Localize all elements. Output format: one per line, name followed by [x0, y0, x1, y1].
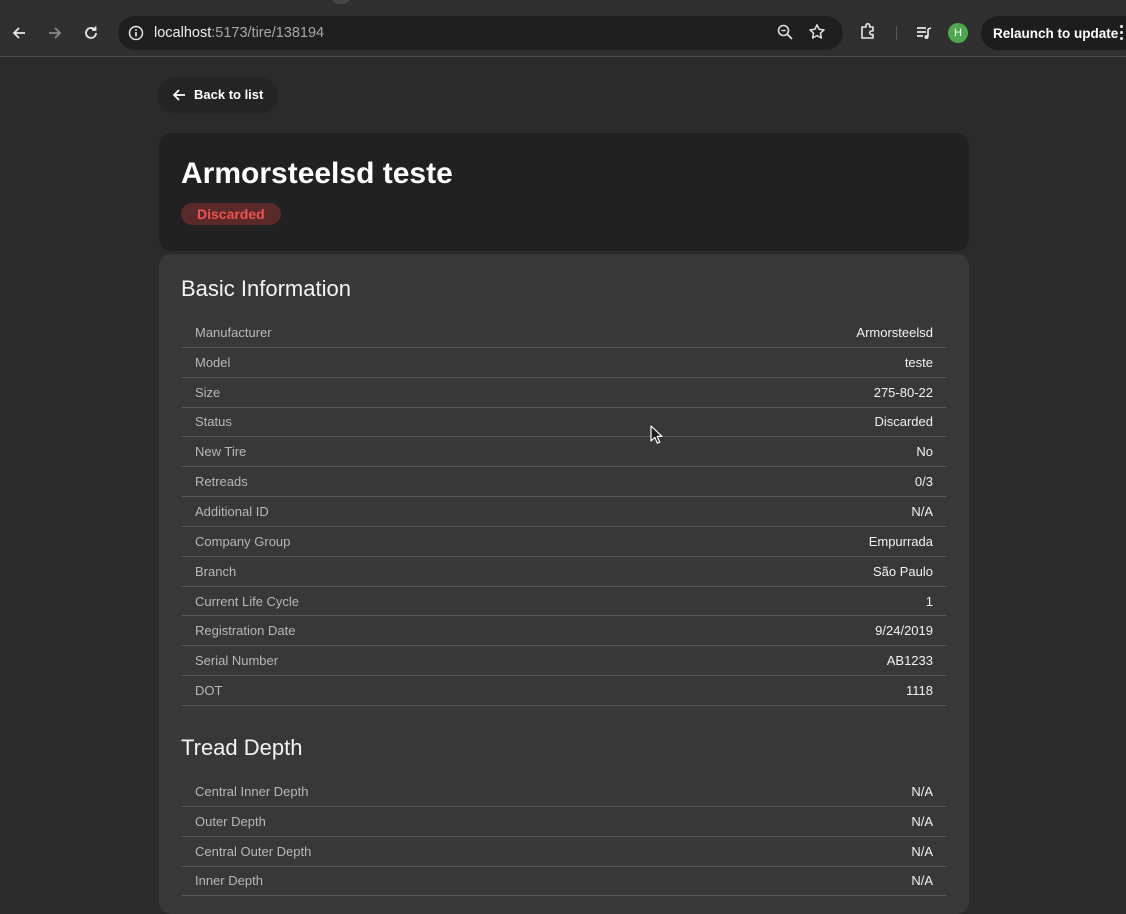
arrow-left-icon	[172, 88, 185, 101]
back-arrow-icon[interactable]	[7, 21, 31, 45]
table-row: Serial Number AB1233	[181, 646, 947, 677]
back-to-list-label: Back to list	[194, 87, 264, 102]
address-bar[interactable]: localhost:5173/tire/138194	[118, 16, 843, 50]
row-label: Model	[195, 354, 231, 370]
row-value: N/A	[911, 503, 933, 519]
row-label: Central Outer Depth	[195, 843, 312, 859]
table-row: Retreads 0/3	[181, 467, 947, 498]
table-row: DOT 1118	[181, 676, 947, 706]
row-value: São Paulo	[873, 563, 933, 579]
row-label: Company Group	[195, 533, 291, 549]
table-row: Inner Depth N/A	[181, 867, 947, 897]
back-to-list-button[interactable]: Back to list	[159, 78, 276, 111]
row-label: Outer Depth	[195, 813, 266, 829]
table-row: Manufacturer Armorsteelsd	[181, 318, 947, 348]
table-row: New Tire No	[181, 437, 947, 468]
row-label: Retreads	[195, 474, 248, 490]
row-value: N/A	[911, 843, 933, 859]
tire-details-card: Basic Information Manufacturer Armorsteel…	[159, 254, 969, 914]
row-value: 0/3	[914, 474, 933, 490]
row-value: Armorsteelsd	[856, 324, 933, 340]
relaunch-button[interactable]: Relaunch to update	[981, 16, 1126, 50]
row-label: DOT	[195, 683, 223, 699]
url-host: localhost	[154, 25, 212, 41]
table-row: Model teste	[181, 348, 947, 378]
table-row: Additional ID N/A	[181, 497, 947, 527]
basic-information-heading: Basic Information	[181, 276, 351, 301]
row-value: N/A	[911, 783, 933, 799]
table-row: Company Group Empurrada	[181, 527, 947, 557]
tire-header-card: Armorsteelsd teste Discarded	[159, 133, 969, 251]
status-badge: Discarded	[181, 203, 281, 225]
reload-icon[interactable]	[79, 21, 103, 45]
row-label: Current Life Cycle	[195, 593, 300, 609]
bookmark-star-icon[interactable]	[808, 23, 826, 46]
profile-avatar[interactable]: H	[948, 23, 968, 43]
tread-depth-table: Central Inner Depth N/A Outer Depth N/A Cent…	[181, 777, 947, 897]
table-row: Registration Date 9/24/2019	[181, 616, 947, 647]
mouse-pointer-icon	[650, 425, 664, 450]
row-label: Central Inner Depth	[195, 783, 309, 799]
forward-arrow-icon[interactable]	[43, 21, 67, 45]
table-row: Status Discarded	[181, 408, 947, 438]
row-label: Size	[195, 384, 221, 400]
table-row: Central Inner Depth N/A	[181, 777, 947, 807]
page-title: Armorsteelsd teste	[181, 157, 453, 190]
row-label: Inner Depth	[195, 873, 263, 889]
row-label: Branch	[195, 563, 237, 579]
table-row: Branch São Paulo	[181, 557, 947, 587]
row-label: Registration Date	[195, 623, 296, 639]
row-value: teste	[904, 354, 933, 370]
row-value: 9/24/2019	[875, 623, 933, 639]
toolbar-divider	[896, 26, 897, 40]
row-value: AB1233	[886, 653, 933, 669]
browser-toolbar: localhost:5173/tire/138194 H Relaunch to…	[0, 0, 1126, 57]
zoom-icon[interactable]	[776, 23, 794, 46]
row-value: N/A	[911, 873, 933, 889]
row-value: No	[916, 444, 933, 460]
table-row: Outer Depth N/A	[181, 807, 947, 837]
media-control-icon[interactable]	[914, 23, 934, 48]
extensions-puzzle-icon[interactable]	[858, 22, 878, 47]
row-value: N/A	[911, 813, 933, 829]
browser-menu-icon[interactable]	[1120, 25, 1123, 40]
row-value: Discarded	[874, 414, 933, 430]
row-value: Empurrada	[868, 533, 933, 549]
url-path: :5173/tire/138194	[211, 25, 325, 41]
row-label: Status	[195, 414, 232, 430]
table-row: Current Life Cycle 1	[181, 587, 947, 617]
tread-depth-heading: Tread Depth	[181, 735, 303, 760]
row-label: Manufacturer	[195, 324, 272, 340]
site-info-icon[interactable]	[124, 21, 148, 45]
table-row: Central Outer Depth N/A	[181, 837, 947, 867]
table-row: Size 275-80-22	[181, 378, 947, 408]
row-label: New Tire	[195, 444, 247, 460]
basic-information-table: Manufacturer Armorsteelsd Model teste Size 27…	[181, 318, 947, 706]
row-label: Serial Number	[195, 653, 279, 669]
tab-edge	[330, 0, 352, 4]
row-value: 1118	[906, 683, 933, 699]
row-value: 275-80-22	[873, 384, 933, 400]
row-value: 1	[925, 593, 933, 609]
url-text[interactable]: localhost:5173/tire/138194	[154, 25, 324, 41]
row-label: Additional ID	[195, 503, 269, 519]
